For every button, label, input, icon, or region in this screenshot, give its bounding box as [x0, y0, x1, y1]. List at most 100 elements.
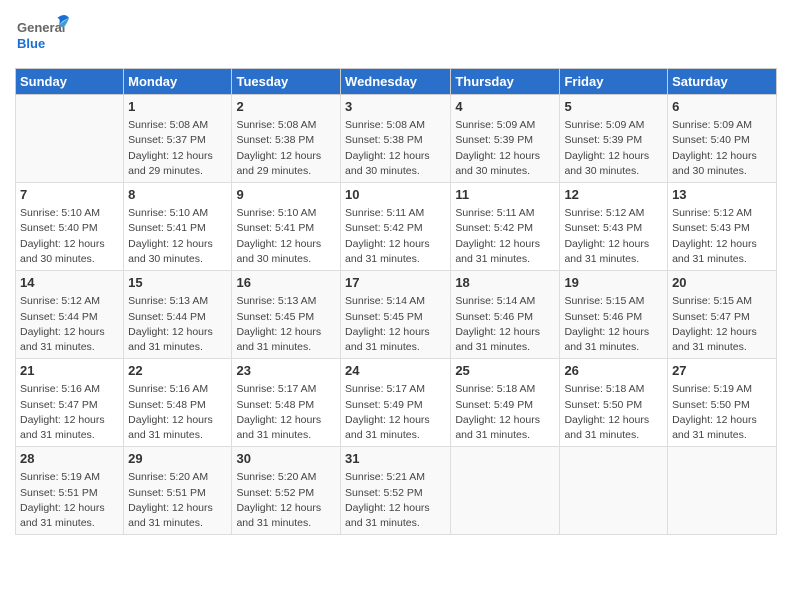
day-number: 29 — [128, 450, 227, 468]
header: General Blue — [15, 10, 777, 60]
day-info: Sunrise: 5:11 AM Sunset: 5:42 PM Dayligh… — [345, 206, 446, 267]
day-number: 2 — [236, 98, 336, 116]
calendar-week-row: 1Sunrise: 5:08 AM Sunset: 5:37 PM Daylig… — [16, 95, 777, 183]
calendar-cell: 25 Sunrise: 5:18 AM Sunset: 5:49 PM Dayli… — [451, 359, 560, 447]
calendar-cell: 17 Sunrise: 5:14 AM Sunset: 5:45 PM Dayli… — [341, 271, 451, 359]
calendar-cell: 8Sunrise: 5:10 AM Sunset: 5:41 PM Daylig… — [124, 183, 232, 271]
calendar-week-row: 28Sunrise: 5:19 AM Sunset: 5:51 PM Dayli… — [16, 447, 777, 535]
day-info: Sunrise: 5:12 AM Sunset: 5:44 PM Dayligh… — [20, 294, 119, 355]
day-info: Sunrise: 5:17 AM Sunset: 5:48 PM Dayligh… — [236, 382, 336, 443]
day-number: 30 — [236, 450, 336, 468]
calendar-cell: 23 Sunrise: 5:17 AM Sunset: 5:48 PM Dayli… — [232, 359, 341, 447]
day-number: 26 — [564, 362, 663, 380]
calendar-cell — [16, 95, 124, 183]
day-info: Sunrise: 5:13 AM Sunset: 5:45 PM Dayligh… — [236, 294, 336, 355]
calendar-cell: 10 Sunrise: 5:11 AM Sunset: 5:42 PM Dayli… — [341, 183, 451, 271]
day-info: Sunrise: 5:08 AM Sunset: 5:38 PM Dayligh… — [236, 118, 336, 179]
day-info: Sunrise: 5:14 AM Sunset: 5:46 PM Dayligh… — [455, 294, 555, 355]
calendar-cell: 11 Sunrise: 5:11 AM Sunset: 5:42 PM Dayli… — [451, 183, 560, 271]
calendar-cell: 27 Sunrise: 5:19 AM Sunset: 5:50 PM Dayli… — [668, 359, 777, 447]
day-info: Sunrise: 5:15 AM Sunset: 5:47 PM Dayligh… — [672, 294, 772, 355]
day-info: Sunrise: 5:20 AM Sunset: 5:52 PM Dayligh… — [236, 470, 336, 531]
calendar-cell: 15 Sunrise: 5:13 AM Sunset: 5:44 PM Dayli… — [124, 271, 232, 359]
day-number: 13 — [672, 186, 772, 204]
day-number: 16 — [236, 274, 336, 292]
calendar-cell: 29 Sunrise: 5:20 AM Sunset: 5:51 PM Dayli… — [124, 447, 232, 535]
day-number: 8 — [128, 186, 227, 204]
day-info: Sunrise: 5:20 AM Sunset: 5:51 PM Dayligh… — [128, 470, 227, 531]
calendar-cell — [560, 447, 668, 535]
calendar-week-row: 21 Sunrise: 5:16 AM Sunset: 5:47 PM Dayli… — [16, 359, 777, 447]
day-number: 10 — [345, 186, 446, 204]
day-info: Sunrise: 5:19 AM Sunset: 5:51 PM Dayligh… — [20, 470, 119, 531]
day-number: 27 — [672, 362, 772, 380]
day-info: Sunrise: 5:11 AM Sunset: 5:42 PM Dayligh… — [455, 206, 555, 267]
calendar-week-row: 7 Sunrise: 5:10 AM Sunset: 5:40 PM Daylig… — [16, 183, 777, 271]
day-info: Sunrise: 5:15 AM Sunset: 5:46 PM Dayligh… — [564, 294, 663, 355]
day-info: Sunrise: 5:12 AM Sunset: 5:43 PM Dayligh… — [672, 206, 772, 267]
calendar-cell: 2 Sunrise: 5:08 AM Sunset: 5:38 PM Daylig… — [232, 95, 341, 183]
day-info: Sunrise: 5:08 AM Sunset: 5:38 PM Dayligh… — [345, 118, 446, 179]
day-number: 23 — [236, 362, 336, 380]
calendar-cell: 31 Sunrise: 5:21 AM Sunset: 5:52 PM Dayli… — [341, 447, 451, 535]
calendar-cell: 4 Sunrise: 5:09 AM Sunset: 5:39 PM Daylig… — [451, 95, 560, 183]
day-number: 11 — [455, 186, 555, 204]
calendar-cell: 20 Sunrise: 5:15 AM Sunset: 5:47 PM Dayli… — [668, 271, 777, 359]
day-number: 19 — [564, 274, 663, 292]
calendar-cell: 7 Sunrise: 5:10 AM Sunset: 5:40 PM Daylig… — [16, 183, 124, 271]
calendar-table: SundayMondayTuesdayWednesdayThursdayFrid… — [15, 68, 777, 535]
calendar-cell: 21 Sunrise: 5:16 AM Sunset: 5:47 PM Dayli… — [16, 359, 124, 447]
logo: General Blue — [15, 10, 70, 60]
day-info: Sunrise: 5:09 AM Sunset: 5:39 PM Dayligh… — [455, 118, 555, 179]
calendar-cell: 28Sunrise: 5:19 AM Sunset: 5:51 PM Dayli… — [16, 447, 124, 535]
calendar-cell: 3Sunrise: 5:08 AM Sunset: 5:38 PM Daylig… — [341, 95, 451, 183]
day-info: Sunrise: 5:18 AM Sunset: 5:49 PM Dayligh… — [455, 382, 555, 443]
calendar-header-tuesday: Tuesday — [232, 69, 341, 95]
day-info: Sunrise: 5:10 AM Sunset: 5:41 PM Dayligh… — [236, 206, 336, 267]
day-number: 18 — [455, 274, 555, 292]
day-info: Sunrise: 5:16 AM Sunset: 5:47 PM Dayligh… — [20, 382, 119, 443]
calendar-cell: 26Sunrise: 5:18 AM Sunset: 5:50 PM Dayli… — [560, 359, 668, 447]
svg-text:General: General — [17, 20, 65, 35]
day-number: 9 — [236, 186, 336, 204]
calendar-cell: 1Sunrise: 5:08 AM Sunset: 5:37 PM Daylig… — [124, 95, 232, 183]
calendar-cell: 18 Sunrise: 5:14 AM Sunset: 5:46 PM Dayli… — [451, 271, 560, 359]
day-info: Sunrise: 5:14 AM Sunset: 5:45 PM Dayligh… — [345, 294, 446, 355]
day-info: Sunrise: 5:21 AM Sunset: 5:52 PM Dayligh… — [345, 470, 446, 531]
day-number: 25 — [455, 362, 555, 380]
calendar-cell: 30 Sunrise: 5:20 AM Sunset: 5:52 PM Dayli… — [232, 447, 341, 535]
calendar-cell — [451, 447, 560, 535]
day-number: 21 — [20, 362, 119, 380]
logo-icon: General Blue — [15, 10, 70, 60]
day-info: Sunrise: 5:13 AM Sunset: 5:44 PM Dayligh… — [128, 294, 227, 355]
day-number: 1 — [128, 98, 227, 116]
calendar-header-thursday: Thursday — [451, 69, 560, 95]
calendar-cell: 5 Sunrise: 5:09 AM Sunset: 5:39 PM Daylig… — [560, 95, 668, 183]
calendar-cell: 6Sunrise: 5:09 AM Sunset: 5:40 PM Daylig… — [668, 95, 777, 183]
day-number: 6 — [672, 98, 772, 116]
calendar-cell: 9 Sunrise: 5:10 AM Sunset: 5:41 PM Daylig… — [232, 183, 341, 271]
day-number: 5 — [564, 98, 663, 116]
day-info: Sunrise: 5:12 AM Sunset: 5:43 PM Dayligh… — [564, 206, 663, 267]
day-info: Sunrise: 5:10 AM Sunset: 5:40 PM Dayligh… — [20, 206, 119, 267]
day-number: 15 — [128, 274, 227, 292]
calendar-header-row: SundayMondayTuesdayWednesdayThursdayFrid… — [16, 69, 777, 95]
day-number: 7 — [20, 186, 119, 204]
calendar-cell: 12 Sunrise: 5:12 AM Sunset: 5:43 PM Dayli… — [560, 183, 668, 271]
day-number: 22 — [128, 362, 227, 380]
day-number: 14 — [20, 274, 119, 292]
day-info: Sunrise: 5:19 AM Sunset: 5:50 PM Dayligh… — [672, 382, 772, 443]
day-number: 12 — [564, 186, 663, 204]
day-number: 4 — [455, 98, 555, 116]
day-number: 17 — [345, 274, 446, 292]
calendar-cell: 19 Sunrise: 5:15 AM Sunset: 5:46 PM Dayli… — [560, 271, 668, 359]
day-number: 31 — [345, 450, 446, 468]
page-container: General Blue SundayMondayTuesdayWednesda… — [0, 0, 792, 612]
calendar-header-monday: Monday — [124, 69, 232, 95]
calendar-cell: 24Sunrise: 5:17 AM Sunset: 5:49 PM Dayli… — [341, 359, 451, 447]
day-number: 20 — [672, 274, 772, 292]
day-info: Sunrise: 5:09 AM Sunset: 5:39 PM Dayligh… — [564, 118, 663, 179]
calendar-header-saturday: Saturday — [668, 69, 777, 95]
calendar-week-row: 14 Sunrise: 5:12 AM Sunset: 5:44 PM Dayli… — [16, 271, 777, 359]
calendar-header-sunday: Sunday — [16, 69, 124, 95]
